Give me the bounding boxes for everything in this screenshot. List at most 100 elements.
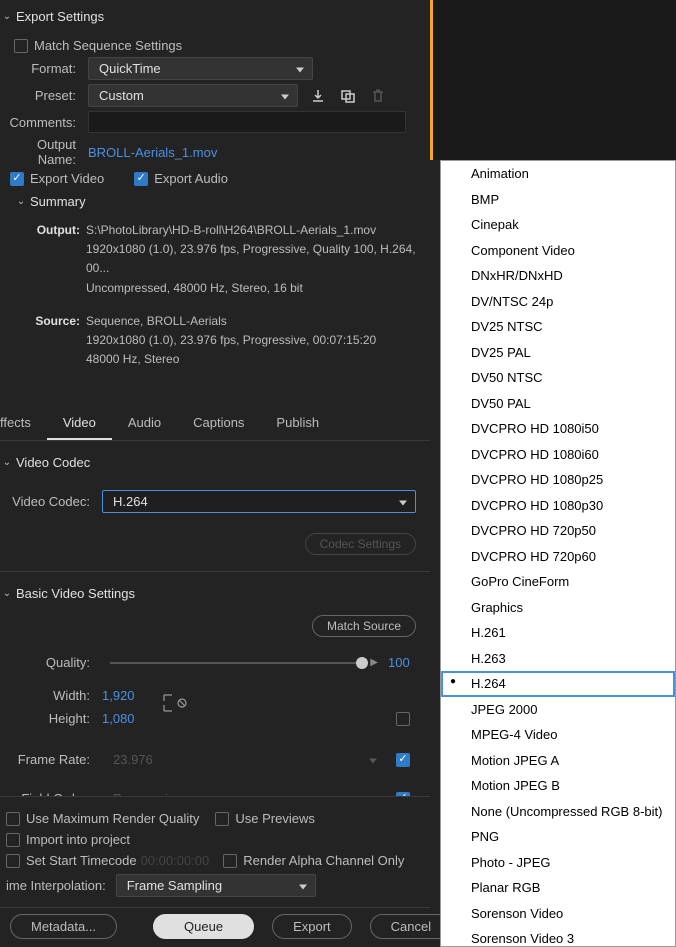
import-project-label: Import into project <box>26 832 130 847</box>
codec-option[interactable]: DVCPRO HD 1080i60 <box>441 442 675 468</box>
frame-rate-label: Frame Rate: <box>2 752 102 767</box>
codec-option[interactable]: Animation <box>441 161 675 187</box>
codec-option[interactable]: H.264 <box>441 671 675 697</box>
codec-option[interactable]: GoPro CineForm <box>441 569 675 595</box>
max-render-checkbox[interactable] <box>6 812 20 826</box>
quality-label: Quality: <box>2 655 102 670</box>
height-value[interactable]: 1,080 <box>102 711 135 726</box>
save-preset-icon[interactable] <box>308 86 328 106</box>
format-select[interactable]: QuickTime <box>88 57 313 80</box>
codec-option[interactable]: DV/NTSC 24p <box>441 289 675 315</box>
video-codec-header[interactable]: ⌄ Video Codec <box>2 451 416 476</box>
comments-input[interactable] <box>88 111 406 133</box>
export-button[interactable]: Export <box>272 914 352 939</box>
codec-option[interactable]: Graphics <box>441 595 675 621</box>
video-codec-select[interactable]: H.264 <box>102 490 416 513</box>
match-sequence-checkbox[interactable] <box>14 39 28 53</box>
codec-option[interactable]: H.263 <box>441 646 675 672</box>
summary-source-label: Source: <box>30 312 80 370</box>
basic-video-title: Basic Video Settings <box>16 586 135 601</box>
codec-option[interactable]: Planar RGB <box>441 875 675 901</box>
summary-header[interactable]: ⌄ Summary <box>0 190 430 215</box>
codec-option[interactable]: PNG <box>441 824 675 850</box>
codec-option[interactable]: MPEG-4 Video <box>441 722 675 748</box>
codec-option[interactable]: JPEG 2000 <box>441 697 675 723</box>
video-codec-label: Video Codec: <box>2 494 102 509</box>
tab-captions[interactable]: Captions <box>177 409 260 440</box>
export-video-checkbox[interactable] <box>10 172 24 186</box>
codec-option[interactable]: DVCPRO HD 1080p25 <box>441 467 675 493</box>
output-name-link[interactable]: BROLL-Aerials_1.mov <box>88 145 217 160</box>
summary-source-audio: 48000 Hz, Stereo <box>86 350 420 369</box>
video-codec-title: Video Codec <box>16 455 90 470</box>
codec-settings-button: Codec Settings <box>305 533 416 555</box>
codec-option[interactable]: DV25 PAL <box>441 340 675 366</box>
codec-option[interactable]: Motion JPEG B <box>441 773 675 799</box>
codec-option[interactable]: None (Uncompressed RGB 8-bit) <box>441 799 675 825</box>
output-name-label: Output Name: <box>0 137 88 167</box>
delete-preset-icon <box>368 86 388 106</box>
queue-button[interactable]: Queue <box>153 914 254 939</box>
set-start-tc-label: Set Start Timecode <box>26 853 137 868</box>
codec-option[interactable]: Sorenson Video <box>441 901 675 927</box>
preset-select[interactable]: Custom <box>88 84 298 107</box>
codec-option[interactable]: H.261 <box>441 620 675 646</box>
summary-output-path: S:\PhotoLibrary\HD-B-roll\H264\BROLL-Aer… <box>86 221 420 240</box>
chevron-down-icon: ⌄ <box>16 196 26 207</box>
quality-slider[interactable] <box>110 662 362 664</box>
codec-option[interactable]: DVCPRO HD 720p50 <box>441 518 675 544</box>
codec-dropdown-list[interactable]: AnimationBMPCinepakComponent VideoDNxHR/… <box>440 160 676 947</box>
width-value[interactable]: 1,920 <box>102 688 135 703</box>
height-label: Height: <box>2 711 102 726</box>
codec-option[interactable]: DNxHR/DNxHD <box>441 263 675 289</box>
codec-option[interactable]: DV25 NTSC <box>441 314 675 340</box>
codec-option[interactable]: BMP <box>441 187 675 213</box>
tab-effects[interactable]: ffects <box>0 409 47 440</box>
render-alpha-checkbox[interactable] <box>223 854 237 868</box>
summary-title: Summary <box>30 194 86 209</box>
tab-publish[interactable]: Publish <box>260 409 335 440</box>
frame-rate-match-checkbox[interactable] <box>396 753 410 767</box>
frame-rate-select: 23.976 <box>102 748 386 771</box>
tab-audio[interactable]: Audio <box>112 409 177 440</box>
max-render-label: Use Maximum Render Quality <box>26 811 199 826</box>
dimensions-match-checkbox[interactable] <box>396 712 410 726</box>
time-interp-select[interactable]: Frame Sampling <box>116 874 316 897</box>
import-project-checkbox[interactable] <box>6 833 20 847</box>
chevron-down-icon: ⌄ <box>2 11 12 22</box>
export-video-label: Export Video <box>30 171 104 186</box>
codec-option[interactable]: DV50 NTSC <box>441 365 675 391</box>
metadata-button[interactable]: Metadata... <box>10 914 117 939</box>
summary-output-video: 1920x1080 (1.0), 23.976 fps, Progressive… <box>86 240 420 278</box>
codec-option[interactable]: DVCPRO HD 1080i50 <box>441 416 675 442</box>
render-alpha-label: Render Alpha Channel Only <box>243 853 404 868</box>
match-source-button[interactable]: Match Source <box>312 615 416 637</box>
codec-option[interactable]: Cinepak <box>441 212 675 238</box>
codec-option[interactable]: DVCPRO HD 1080p30 <box>441 493 675 519</box>
time-interp-label: ime Interpolation: <box>6 878 116 893</box>
quality-value[interactable]: 100 <box>388 655 416 670</box>
codec-option[interactable]: Photo - JPEG <box>441 850 675 876</box>
summary-source-video: 1920x1080 (1.0), 23.976 fps, Progressive… <box>86 331 420 350</box>
tab-video[interactable]: Video <box>47 409 112 440</box>
codec-option[interactable]: Sorenson Video 3 <box>441 926 675 947</box>
export-settings-header[interactable]: ⌄ Export Settings <box>0 5 430 30</box>
codec-option[interactable]: Component Video <box>441 238 675 264</box>
codec-option[interactable]: Motion JPEG A <box>441 748 675 774</box>
codec-option[interactable]: DVCPRO HD 720p60 <box>441 544 675 570</box>
basic-video-settings-header[interactable]: ⌄ Basic Video Settings <box>2 582 416 607</box>
codec-option[interactable]: DV50 PAL <box>441 391 675 417</box>
import-preset-icon[interactable] <box>338 86 358 106</box>
export-settings-title: Export Settings <box>16 9 104 24</box>
export-audio-label: Export Audio <box>154 171 228 186</box>
use-previews-checkbox[interactable] <box>215 812 229 826</box>
width-label: Width: <box>2 688 102 703</box>
summary-source-name: Sequence, BROLL-Aerials <box>86 312 420 331</box>
set-start-tc-checkbox[interactable] <box>6 854 20 868</box>
export-audio-checkbox[interactable] <box>134 172 148 186</box>
slider-thumb[interactable] <box>356 657 368 669</box>
quality-arrow-icon[interactable]: ▶ <box>370 657 378 668</box>
summary-output-label: Output: <box>30 221 80 298</box>
link-dimensions-icon[interactable] <box>162 693 192 716</box>
comments-label: Comments: <box>0 115 88 130</box>
